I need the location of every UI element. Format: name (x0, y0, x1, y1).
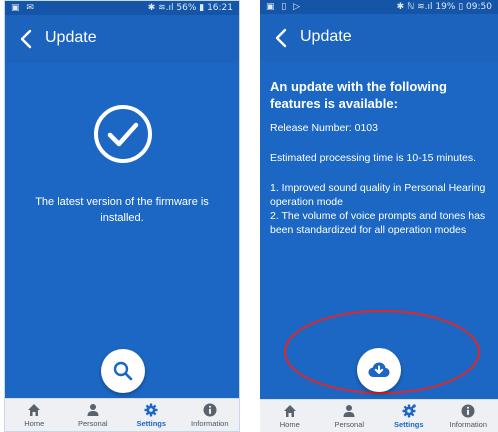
bottom-navigation: Home Personal Settings Information (5, 398, 239, 431)
nav-label: Information (449, 420, 488, 429)
right-screen: ▣ ▯ ▷ ✱ ℕ ≋.ıl 19% ▯ 09:50 Update An upd… (260, 0, 498, 432)
info-icon (461, 404, 475, 418)
nav-label: Settings (136, 419, 167, 428)
nav-item-information[interactable]: Information (439, 400, 498, 432)
feature-list: 1. Improved sound quality in Personal He… (270, 181, 492, 237)
feature-item: 1. Improved sound quality in Personal He… (270, 182, 486, 208)
status-indicators: ✱ ≋.ıl 56% ▮ 16:21 (147, 3, 233, 13)
nav-item-settings[interactable]: Settings (122, 399, 181, 431)
status-icons: ▣ ▯ ▷ (266, 2, 303, 12)
feature-item: 2. The volume of voice prompts and tones… (270, 210, 486, 236)
status-icons: ▣ ✉ (11, 3, 36, 13)
back-arrow-icon[interactable] (270, 23, 294, 53)
firmware-status-message: The latest version of the firmware is in… (35, 196, 209, 224)
processing-time: Estimated processing time is 10-15 minut… (270, 152, 477, 164)
info-icon (203, 403, 217, 417)
page-title: Update (45, 29, 97, 46)
page-title: Update (300, 28, 352, 45)
left-screen: ▣ ✉ ✱ ≋.ıl 56% ▮ 16:21 Update The latest… (4, 0, 240, 432)
download-update-button[interactable] (357, 348, 401, 392)
app-bar: Update (260, 14, 498, 62)
person-icon (343, 405, 355, 417)
checkmark-circle-icon (94, 105, 152, 163)
search-button[interactable] (101, 349, 145, 393)
home-icon (283, 405, 296, 417)
nav-item-home[interactable]: Home (5, 399, 64, 431)
home-icon (28, 404, 41, 416)
cloud-download-icon (368, 362, 390, 377)
bottom-navigation: Home Personal Settings Information (260, 399, 498, 432)
search-icon (113, 361, 133, 381)
nav-item-personal[interactable]: Personal (64, 399, 123, 431)
nav-label: Settings (393, 420, 424, 429)
nav-item-personal[interactable]: Personal (320, 400, 380, 432)
status-bar: ▣ ✉ ✱ ≋.ıl 56% ▮ 16:21 (5, 1, 239, 15)
nav-label: Home (24, 419, 45, 428)
nav-label: Personal (77, 419, 108, 428)
nav-item-home[interactable]: Home (260, 400, 320, 432)
back-arrow-icon[interactable] (15, 24, 39, 54)
gear-icon (144, 403, 158, 417)
nav-label: Personal (334, 420, 365, 429)
release-number: Release Number: 0103 (270, 122, 378, 134)
notification-dot (412, 404, 416, 408)
nav-label: Information (190, 419, 229, 428)
nav-label: Home (279, 420, 300, 429)
status-indicators: ✱ ℕ ≋.ıl 19% ▯ 09:50 (396, 2, 492, 12)
nav-item-information[interactable]: Information (181, 399, 240, 431)
person-icon (87, 404, 99, 416)
app-bar: Update (5, 15, 239, 63)
nav-item-settings[interactable]: Settings (379, 400, 439, 432)
update-heading: An update with the following features is… (270, 79, 447, 111)
status-bar: ▣ ▯ ▷ ✱ ℕ ≋.ıl 19% ▯ 09:50 (260, 0, 498, 14)
gear-icon (402, 404, 416, 418)
